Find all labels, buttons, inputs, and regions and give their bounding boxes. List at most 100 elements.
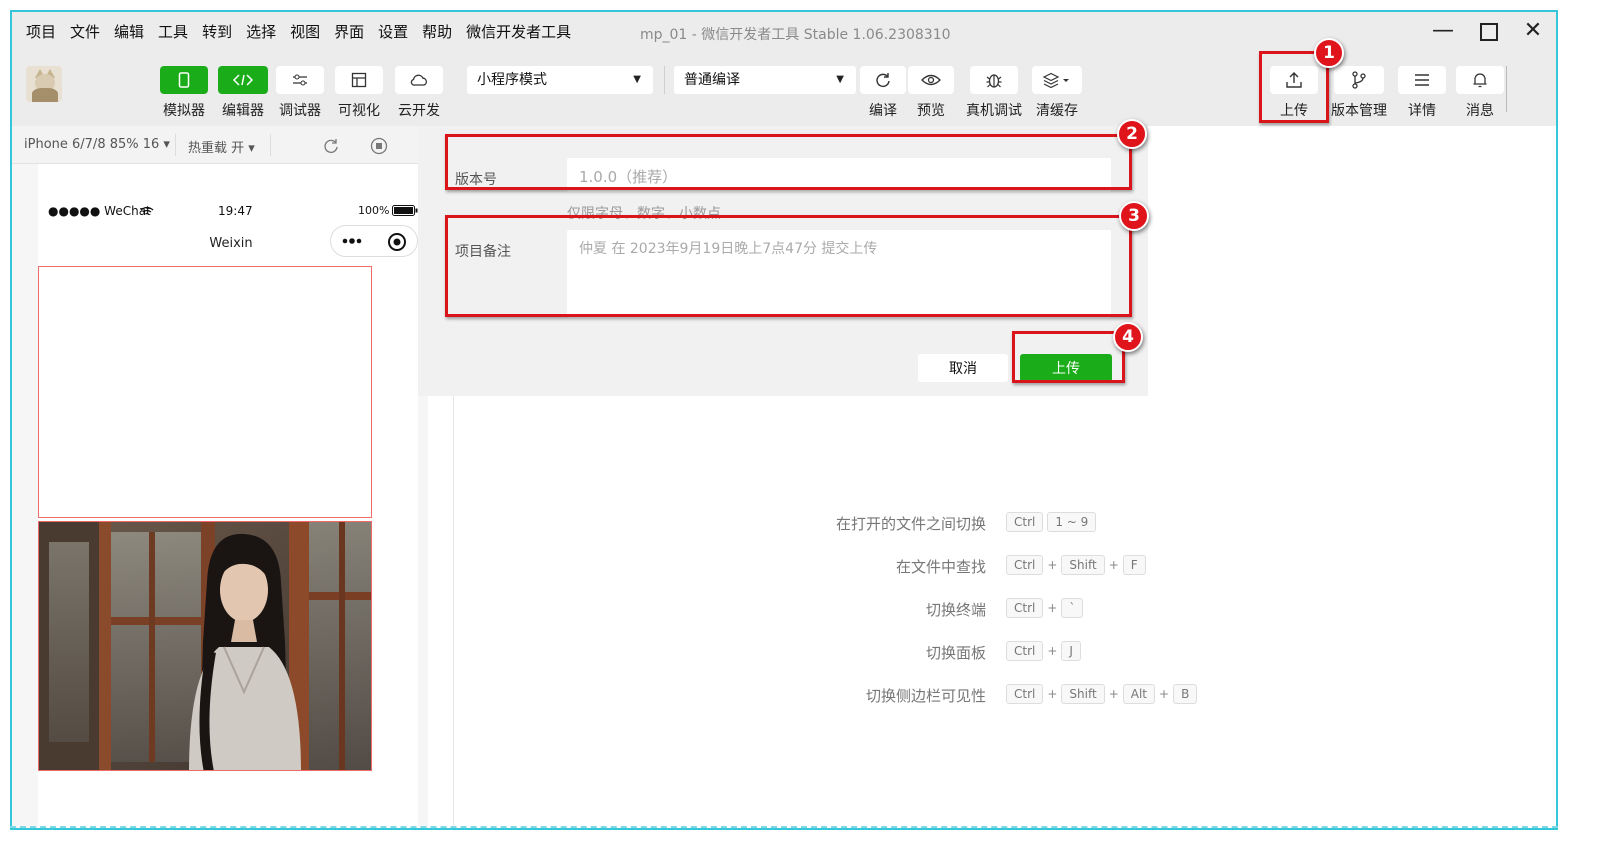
shortcut-row: 在文件中查找 Ctrl + Shift + F (792, 555, 1212, 577)
simulator-toolbar: iPhone 6/7/8 85% 16 ▾ 热重载 开 ▾ (12, 126, 428, 164)
key-cap: Ctrl (1006, 598, 1044, 618)
visual-button[interactable] (335, 66, 383, 94)
version-mgmt-button[interactable] (1334, 66, 1384, 94)
capsule-menu[interactable] (330, 225, 418, 257)
shortcut-keys: Ctrl 1 ~ 9 (1006, 512, 1097, 532)
maximize-icon[interactable] (1474, 18, 1504, 46)
key-cap: Shift (1061, 684, 1105, 704)
preview-button[interactable] (908, 66, 954, 94)
minimize-icon[interactable]: — (1428, 18, 1458, 46)
shortcut-label: 切换终端 (925, 601, 986, 619)
menu-item[interactable]: 转到 (202, 21, 232, 42)
device-select[interactable]: iPhone 6/7/8 85% 16 ▾ (24, 137, 170, 152)
mode-select-value: 小程序模式 (477, 72, 547, 88)
real-debug-button[interactable] (970, 66, 1018, 94)
simbar-divider (270, 134, 271, 156)
editor-label: 编辑器 (222, 103, 264, 119)
exit-target-icon[interactable] (387, 232, 407, 252)
shortcut-keys: Ctrl + Shift + Alt + B (1006, 684, 1198, 704)
close-icon[interactable]: ✕ (1518, 18, 1548, 46)
plus-sign: + (1047, 687, 1058, 701)
battery-icon (392, 205, 418, 216)
editor-divider (453, 396, 454, 828)
shortcut-label: 在打开的文件之间切换 (835, 515, 986, 533)
real-debug-label: 真机调试 (966, 103, 1022, 119)
hot-reload-select[interactable]: 热重载 开 ▾ (188, 137, 255, 156)
simulator-button[interactable] (160, 66, 208, 94)
toolbar-divider (664, 66, 665, 94)
photo-image (38, 521, 372, 771)
carrier: ●●●●● WeChat (48, 204, 151, 218)
shortcut-keys: Ctrl + J (1006, 641, 1081, 661)
app-window: 项目 文件 编辑 工具 转到 选择 视图 界面 设置 帮助 微信开发者工具 mp_01 - 微信开发… (10, 10, 1558, 830)
key-cap: ` (1061, 598, 1084, 618)
stop-icon[interactable] (370, 137, 388, 155)
bell-icon (1473, 73, 1487, 88)
avatar[interactable] (26, 66, 62, 102)
more-dots-icon[interactable] (341, 235, 371, 247)
compile-select[interactable]: 普通编译 ▼ (674, 66, 856, 94)
menu-item[interactable]: 视图 (290, 21, 320, 42)
menu-item[interactable]: 项目 (26, 21, 56, 42)
plus-sign: + (1047, 558, 1058, 572)
shortcut-keys: Ctrl + ` (1006, 598, 1084, 618)
key-cap: Ctrl (1006, 641, 1044, 661)
mode-select[interactable]: 小程序模式 ▼ (467, 66, 653, 94)
debugger-button[interactable] (276, 66, 324, 94)
shortcut-label: 切换侧边栏可见性 (865, 687, 986, 705)
cloud-label: 云开发 (398, 103, 440, 119)
rotate-icon[interactable] (322, 137, 340, 155)
menu-item[interactable]: 工具 (158, 21, 188, 42)
annotation-box-3 (445, 215, 1132, 317)
compile-select-value: 普通编译 (684, 72, 740, 88)
simulator-gutter (12, 164, 38, 828)
menu-item[interactable]: 界面 (334, 21, 364, 42)
clear-cache-label: 清缓存 (1036, 103, 1078, 119)
details-label: 详情 (1408, 103, 1436, 119)
caret-down-icon: ▼ (633, 74, 641, 85)
eye-icon (921, 74, 941, 86)
refresh-icon (876, 73, 890, 87)
clear-cache-button[interactable] (1032, 66, 1082, 94)
annotation-box-4 (1012, 331, 1125, 383)
key-cap: Alt (1122, 684, 1156, 704)
cancel-button[interactable]: 取消 (918, 354, 1008, 382)
menu-item[interactable]: 设置 (378, 21, 408, 42)
menu-list: 项目 文件 编辑 工具 转到 选择 视图 界面 设置 帮助 微信开发者工具 (26, 21, 585, 42)
menu-item[interactable]: 帮助 (422, 21, 452, 42)
annotation-badge-1: 1 (1314, 38, 1344, 68)
annotation-box-2 (445, 134, 1132, 190)
editor-button[interactable] (218, 66, 268, 94)
shortcut-row: 在打开的文件之间切换 Ctrl 1 ~ 9 (792, 512, 1212, 534)
key-cap: Shift (1061, 555, 1105, 575)
caret-down-icon: ▼ (836, 74, 844, 85)
messages-button[interactable] (1456, 66, 1504, 94)
view-container (38, 266, 372, 518)
menu-item[interactable]: 文件 (70, 21, 100, 42)
visual-label: 可视化 (338, 103, 380, 119)
details-button[interactable] (1398, 66, 1446, 94)
menu-item[interactable]: 微信开发者工具 (466, 21, 571, 42)
messages-label: 消息 (1466, 103, 1494, 119)
preview-label: 预览 (917, 103, 945, 119)
shortcut-row: 切换面板 Ctrl + J (792, 641, 1212, 663)
key-cap: Ctrl (1006, 684, 1044, 704)
phone-screen: ●●●●● WeChat 19:47 100% Weixin (38, 164, 418, 828)
menu-lines-icon (1415, 74, 1429, 86)
key-cap: J (1061, 641, 1081, 661)
cloud-icon (410, 74, 427, 86)
annotation-badge-4: 4 (1113, 322, 1143, 352)
compile-button[interactable] (860, 66, 906, 94)
plus-sign: + (1108, 558, 1119, 572)
version-mgmt-label: 版本管理 (1331, 103, 1387, 119)
menu-item[interactable]: 选择 (246, 21, 276, 42)
plus-sign: + (1047, 601, 1058, 615)
cloud-button[interactable] (395, 66, 443, 94)
battery-text: 100% (358, 204, 390, 217)
torn-edge (10, 826, 1558, 834)
key-cap: Ctrl (1006, 555, 1044, 575)
toolbar-divider (1506, 66, 1507, 112)
layers-icon (1042, 72, 1069, 88)
menu-item[interactable]: 编辑 (114, 21, 144, 42)
sliders-icon (293, 74, 307, 86)
